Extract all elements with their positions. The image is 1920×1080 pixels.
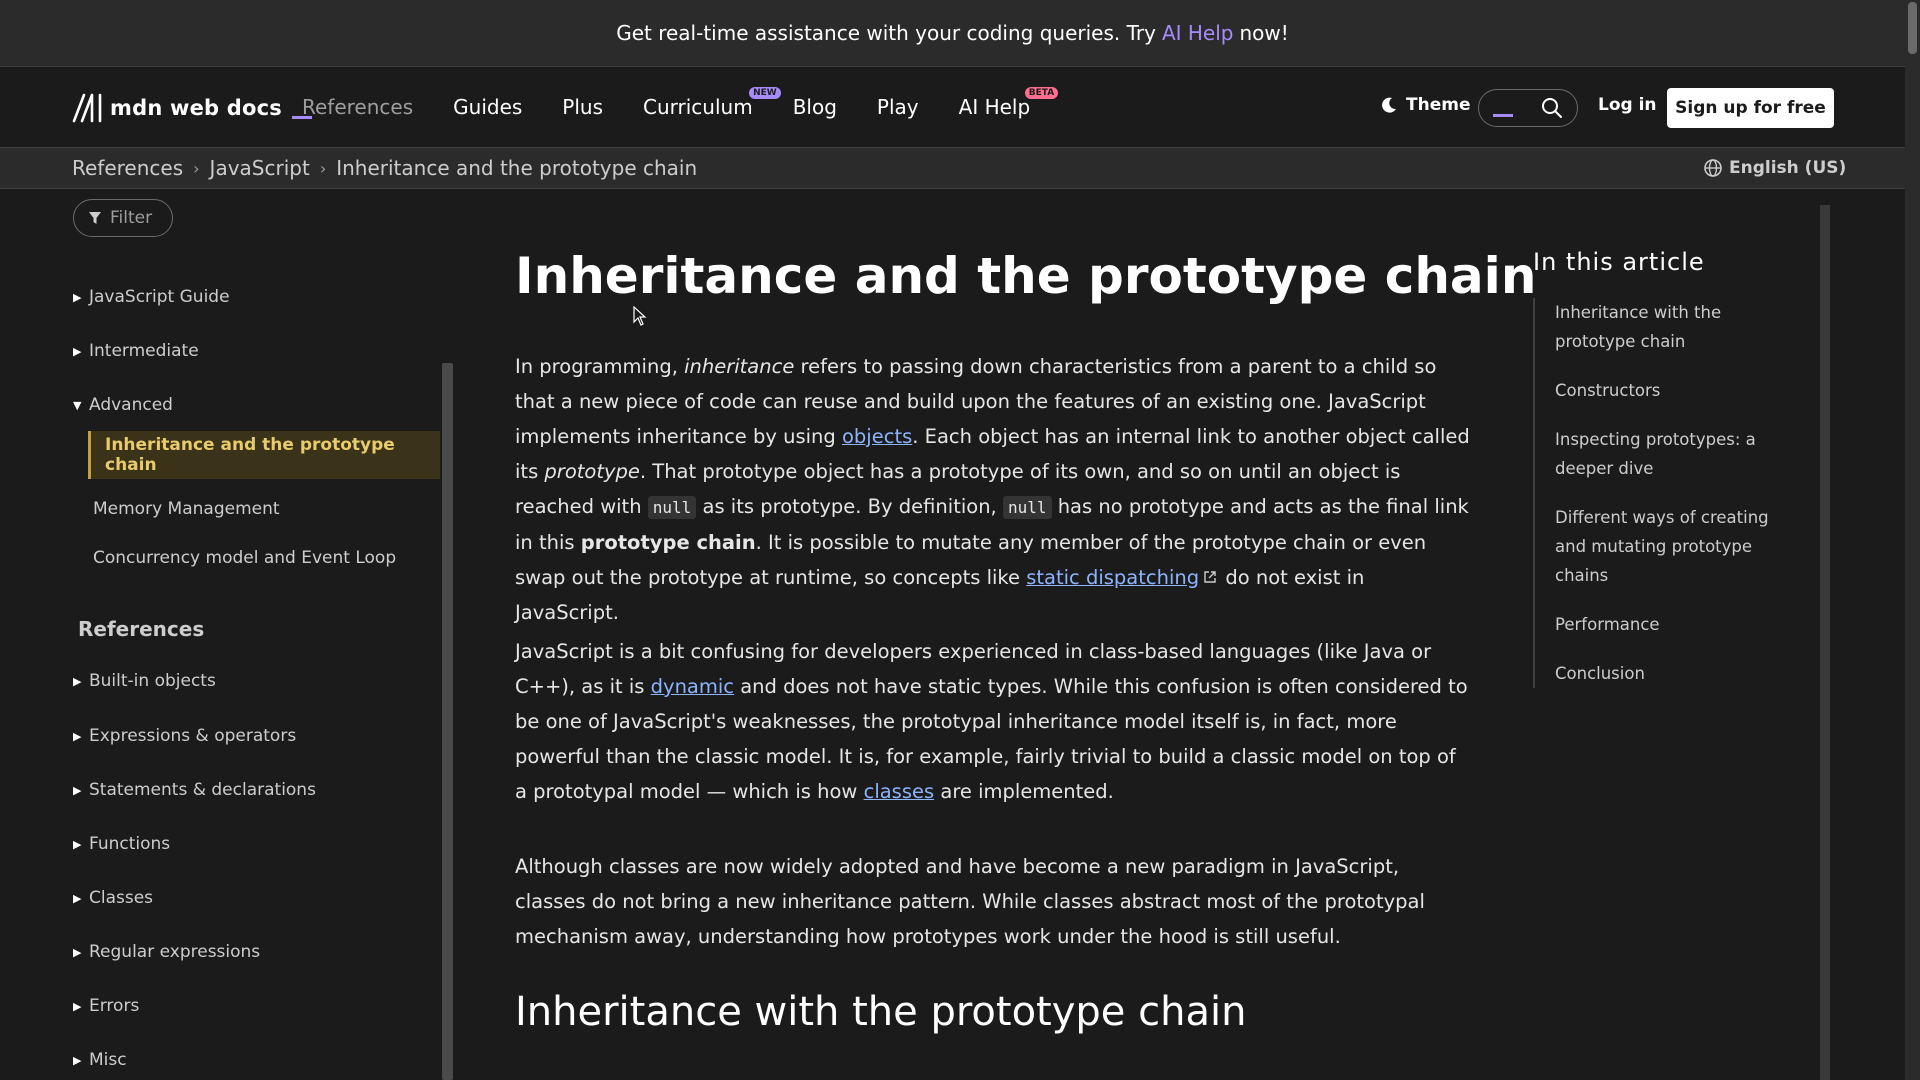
mouse-cursor-icon xyxy=(633,306,647,326)
nav-plus[interactable]: Plus xyxy=(562,95,603,119)
sidebar-item-inheritance-active[interactable]: Inheritance and the prototype chain xyxy=(88,431,440,479)
language-switcher[interactable]: English (US) xyxy=(1703,158,1846,178)
sidebar-item-concurrency-model[interactable]: Concurrency model and Event Loop xyxy=(93,548,396,568)
objects-link[interactable]: objects xyxy=(842,425,912,448)
search-cursor xyxy=(1493,113,1513,117)
null-code: null xyxy=(1002,496,1052,519)
classes-link[interactable]: classes xyxy=(864,780,935,803)
sidebar-item-label: Intermediate xyxy=(89,341,199,361)
sidebar-heading-references: References xyxy=(78,617,205,641)
caret-right-icon: ▶ xyxy=(73,729,82,743)
chevron-right-icon: › xyxy=(193,158,200,178)
login-link[interactable]: Log in xyxy=(1598,95,1657,115)
filter-placeholder: Filter xyxy=(110,208,153,228)
moon-icon xyxy=(1382,97,1396,113)
toc-item[interactable]: Conclusion xyxy=(1555,659,1803,688)
nav-curriculum[interactable]: Curriculum NEW xyxy=(643,87,781,119)
toc-item[interactable]: Inheritance with the prototype chain xyxy=(1555,298,1803,356)
toc-item[interactable]: Different ways of creating and mutating … xyxy=(1555,503,1803,590)
nav-guides[interactable]: Guides xyxy=(453,95,522,119)
search-input[interactable] xyxy=(1478,89,1578,127)
table-of-contents: In this article Inheritance with the pro… xyxy=(1533,248,1803,708)
sidebar-item-label: Advanced xyxy=(89,395,173,415)
sidebar-item-misc[interactable]: ▶ Misc xyxy=(73,1050,127,1070)
sidebar-item-expressions-operators[interactable]: ▶ Expressions & operators xyxy=(73,726,296,746)
banner-text-end: now! xyxy=(1239,21,1289,45)
dynamic-link[interactable]: dynamic xyxy=(651,675,734,698)
toc-item[interactable]: Inspecting prototypes: a deeper dive xyxy=(1555,425,1803,483)
sidebar-item-regular-expressions[interactable]: ▶ Regular expressions xyxy=(73,942,260,962)
page-scrollbar-thumb[interactable] xyxy=(1908,2,1917,54)
external-link-icon xyxy=(1204,571,1216,583)
caret-right-icon: ▶ xyxy=(73,674,82,688)
caret-down-icon: ▼ xyxy=(73,398,82,412)
sidebar-item-classes[interactable]: ▶ Classes xyxy=(73,888,153,908)
content-scrollbar[interactable] xyxy=(1820,205,1830,1080)
null-code: null xyxy=(647,496,697,519)
sidebar-item-label: JavaScript Guide xyxy=(89,287,230,307)
nav-references[interactable]: References xyxy=(302,95,413,119)
sidebar-item-advanced[interactable]: ▼ Advanced xyxy=(73,395,173,415)
static-dispatching-link[interactable]: static dispatching xyxy=(1026,566,1199,589)
caret-right-icon: ▶ xyxy=(73,999,82,1013)
caret-right-icon: ▶ xyxy=(73,945,82,959)
caret-right-icon: ▶ xyxy=(73,1053,82,1067)
globe-icon xyxy=(1704,159,1722,177)
toc-item[interactable]: Constructors xyxy=(1555,376,1803,405)
theme-button[interactable]: Theme xyxy=(1380,95,1470,115)
mdn-logo[interactable]: mdn web docs xyxy=(72,93,312,123)
chevron-right-icon: › xyxy=(319,158,327,178)
toc-title: In this article xyxy=(1533,248,1705,276)
breadcrumb-current[interactable]: Inheritance and the prototype chain xyxy=(336,156,697,180)
sidebar-item-statements-declarations[interactable]: ▶ Statements & declarations xyxy=(73,780,316,800)
nav-ai-help[interactable]: AI Help BETA xyxy=(959,87,1059,119)
caret-right-icon: ▶ xyxy=(73,783,82,797)
banner-ai-help-link[interactable]: AI Help xyxy=(1162,21,1234,45)
dynamic-paragraph: JavaScript is a bit confusing for develo… xyxy=(515,640,1468,803)
main-nav: References Guides Plus Curriculum NEW Bl… xyxy=(302,67,1059,147)
intro-paragraph: In programming, inheritance refers to pa… xyxy=(515,355,1470,624)
breadcrumb-references[interactable]: References xyxy=(72,156,183,180)
classes-paragraph: Although classes are now widely adopted … xyxy=(515,855,1425,948)
signup-button[interactable]: Sign up for free xyxy=(1667,88,1834,128)
sidebar-item-javascript-guide[interactable]: ▶ JavaScript Guide xyxy=(73,287,230,307)
search-icon[interactable] xyxy=(1541,97,1563,119)
breadcrumb-bar: References › JavaScript › Inheritance an… xyxy=(0,148,1905,189)
beta-badge: BETA xyxy=(1024,87,1059,99)
caret-right-icon: ▶ xyxy=(73,344,82,358)
ai-help-banner: Get real-time assistance with your codin… xyxy=(0,0,1905,67)
toc-item[interactable]: Performance xyxy=(1555,610,1803,639)
sidebar-item-memory-management[interactable]: Memory Management xyxy=(93,499,280,519)
sidebar-item-functions[interactable]: ▶ Functions xyxy=(73,834,170,854)
logo-text: mdn web docs xyxy=(110,96,282,120)
sidebar-item-intermediate[interactable]: ▶ Intermediate xyxy=(73,341,199,361)
mdn-logo-icon xyxy=(72,93,102,123)
breadcrumb: References › JavaScript › Inheritance an… xyxy=(72,156,697,180)
banner-text: Get real-time assistance with your codin… xyxy=(616,21,1156,45)
section-heading: Inheritance with the prototype chain xyxy=(515,989,1247,1035)
page-title: Inheritance and the prototype chain xyxy=(515,247,1537,305)
sidebar-filter-input[interactable]: Filter xyxy=(73,199,173,237)
toc-list: Inheritance with the prototype chain Con… xyxy=(1533,298,1803,688)
nav-play[interactable]: Play xyxy=(877,95,919,119)
caret-right-icon: ▶ xyxy=(73,290,82,304)
sidebar: Filter ▶ JavaScript Guide ▶ Intermediate… xyxy=(0,189,455,1080)
filter-icon xyxy=(89,212,101,224)
sidebar-scrollbar[interactable] xyxy=(442,363,453,1080)
sidebar-item-errors[interactable]: ▶ Errors xyxy=(73,996,139,1016)
nav-blog[interactable]: Blog xyxy=(793,95,837,119)
breadcrumb-javascript[interactable]: JavaScript xyxy=(210,156,310,180)
new-badge: NEW xyxy=(749,87,781,99)
theme-label: Theme xyxy=(1406,95,1471,115)
caret-right-icon: ▶ xyxy=(73,891,82,905)
sidebar-item-built-in-objects[interactable]: ▶ Built-in objects xyxy=(73,671,216,691)
caret-right-icon: ▶ xyxy=(73,837,82,851)
site-header: mdn web docs References Guides Plus Curr… xyxy=(0,67,1905,148)
language-label: English (US) xyxy=(1729,158,1847,178)
page-scrollbar-track[interactable] xyxy=(1905,0,1920,1080)
